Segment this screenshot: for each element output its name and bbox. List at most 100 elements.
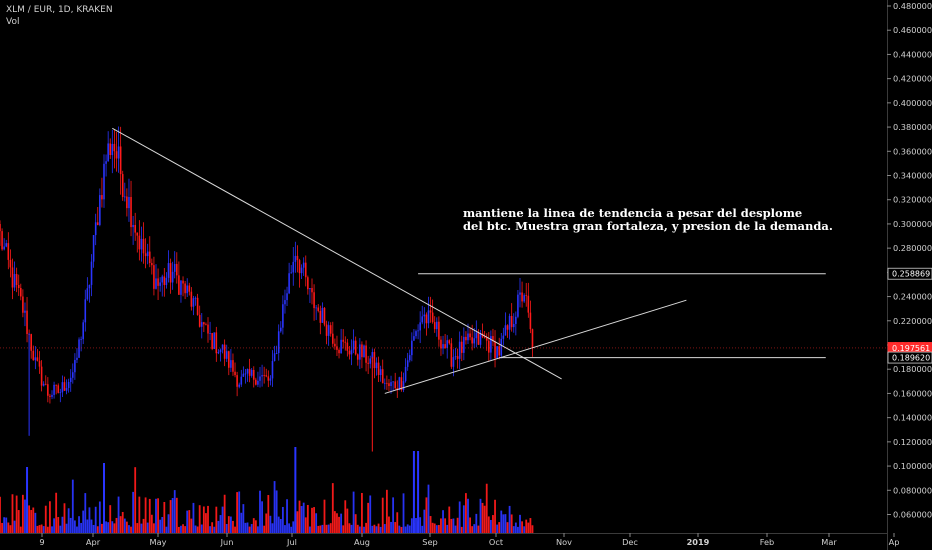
- volume-bar: [377, 523, 380, 533]
- volume-bar: [361, 492, 363, 533]
- volume-bar: [375, 526, 378, 533]
- time-tick-label: Oct: [489, 537, 504, 547]
- candle-body: [213, 332, 216, 349]
- time-tick-label: Apr: [86, 537, 101, 547]
- volume-bar: [165, 526, 168, 533]
- candle-body: [13, 274, 16, 288]
- candle-body: [354, 340, 357, 355]
- price-tick-label: 0.240000: [893, 292, 932, 302]
- price-chart[interactable]: 0.480000 0.460000 0.440000 0.420000 0.400000…: [0, 0, 932, 550]
- volume-bar: [227, 516, 230, 533]
- candle-body: [373, 352, 376, 369]
- chart-area[interactable]: 0.480000 0.460000 0.440000 0.420000 0.400000…: [0, 0, 932, 550]
- candle-body: [277, 331, 280, 354]
- time-tick-label: May: [150, 537, 167, 547]
- candle-body: [294, 255, 297, 262]
- time-tick-label: Aug: [354, 537, 370, 547]
- time-tick-label: Nov: [556, 537, 572, 547]
- volume-bar: [504, 514, 507, 533]
- volume-bar: [469, 517, 471, 533]
- candle-body: [78, 339, 80, 358]
- candle-body: [402, 381, 405, 391]
- volume-bar: [475, 513, 478, 533]
- volume-bar: [184, 526, 187, 533]
- volume-bar: [9, 525, 12, 533]
- candle-body: [527, 295, 530, 313]
- candle-body: [69, 377, 72, 382]
- volume-bar: [363, 526, 365, 533]
- candle-body: [417, 330, 419, 332]
- candle-body: [313, 292, 315, 309]
- volume-bar: [250, 524, 253, 533]
- volume-bar: [487, 516, 490, 533]
- volume-bar: [113, 523, 116, 533]
- candle-body: [473, 338, 476, 344]
- candle-body: [221, 344, 224, 350]
- candle-body: [171, 271, 174, 283]
- candle-body: [290, 272, 292, 274]
- volume-bar: [111, 521, 114, 533]
- volume-bar: [163, 501, 166, 533]
- candle-body: [298, 260, 301, 274]
- candle-body: [467, 333, 469, 341]
- candle-body: [465, 336, 467, 341]
- volume-bar: [309, 526, 311, 533]
- candle-body: [246, 368, 249, 374]
- volume-bar: [286, 499, 288, 533]
- volume-bar: [7, 522, 10, 533]
- candle-body: [483, 336, 486, 338]
- volume-bar: [5, 517, 8, 533]
- candle-body: [325, 324, 328, 336]
- volume-bar: [273, 481, 276, 533]
- candle-body: [117, 146, 120, 159]
- candle-body: [265, 375, 268, 377]
- candle-body: [232, 360, 234, 372]
- volume-bar: [456, 517, 459, 533]
- candle-body: [438, 321, 440, 340]
- price-tick-label: 0.440000: [893, 49, 932, 59]
- volume-bar: [496, 524, 499, 533]
- candle-body: [529, 312, 532, 330]
- candle-body: [338, 349, 340, 354]
- volume-bar: [319, 525, 322, 533]
- volume-bar: [209, 526, 211, 533]
- candle-body: [269, 378, 272, 381]
- volume-bar: [123, 518, 126, 533]
- candle-body: [207, 324, 209, 334]
- candle-body: [72, 372, 74, 378]
- volume-bar: [477, 525, 480, 533]
- volume-bar: [242, 504, 245, 533]
- volume-bar: [296, 511, 299, 533]
- candle-body: [375, 362, 378, 369]
- candle-body: [292, 261, 295, 273]
- volume-bar: [269, 515, 272, 533]
- candle-body: [94, 222, 97, 236]
- candle-body: [367, 362, 369, 364]
- volume-bar: [53, 518, 55, 533]
- volume-bar: [254, 520, 257, 533]
- price-tick-label: 0.080000: [893, 485, 932, 495]
- candle-body: [51, 394, 53, 397]
- volume-bar: [119, 516, 122, 533]
- volume-bar: [148, 498, 151, 533]
- candle-body: [259, 376, 261, 381]
- candle-body: [506, 325, 509, 330]
- candle-body: [419, 322, 421, 331]
- candle-body: [423, 314, 426, 317]
- candle-body: [315, 307, 317, 309]
- volume-bar: [356, 524, 359, 533]
- candle-body: [323, 307, 326, 325]
- candle-body: [384, 382, 386, 384]
- candle-body: [65, 387, 68, 391]
- volume-bar: [63, 503, 66, 533]
- candle-body: [408, 355, 411, 361]
- volume-bar: [211, 522, 214, 533]
- candle-body: [302, 262, 305, 268]
- volume-bar: [290, 526, 293, 533]
- candle-body: [126, 196, 128, 209]
- volume-bar: [194, 525, 197, 533]
- volume-bar: [44, 505, 47, 533]
- volume-bar: [400, 526, 403, 533]
- volume-bar: [240, 512, 243, 533]
- candle-body: [223, 344, 226, 359]
